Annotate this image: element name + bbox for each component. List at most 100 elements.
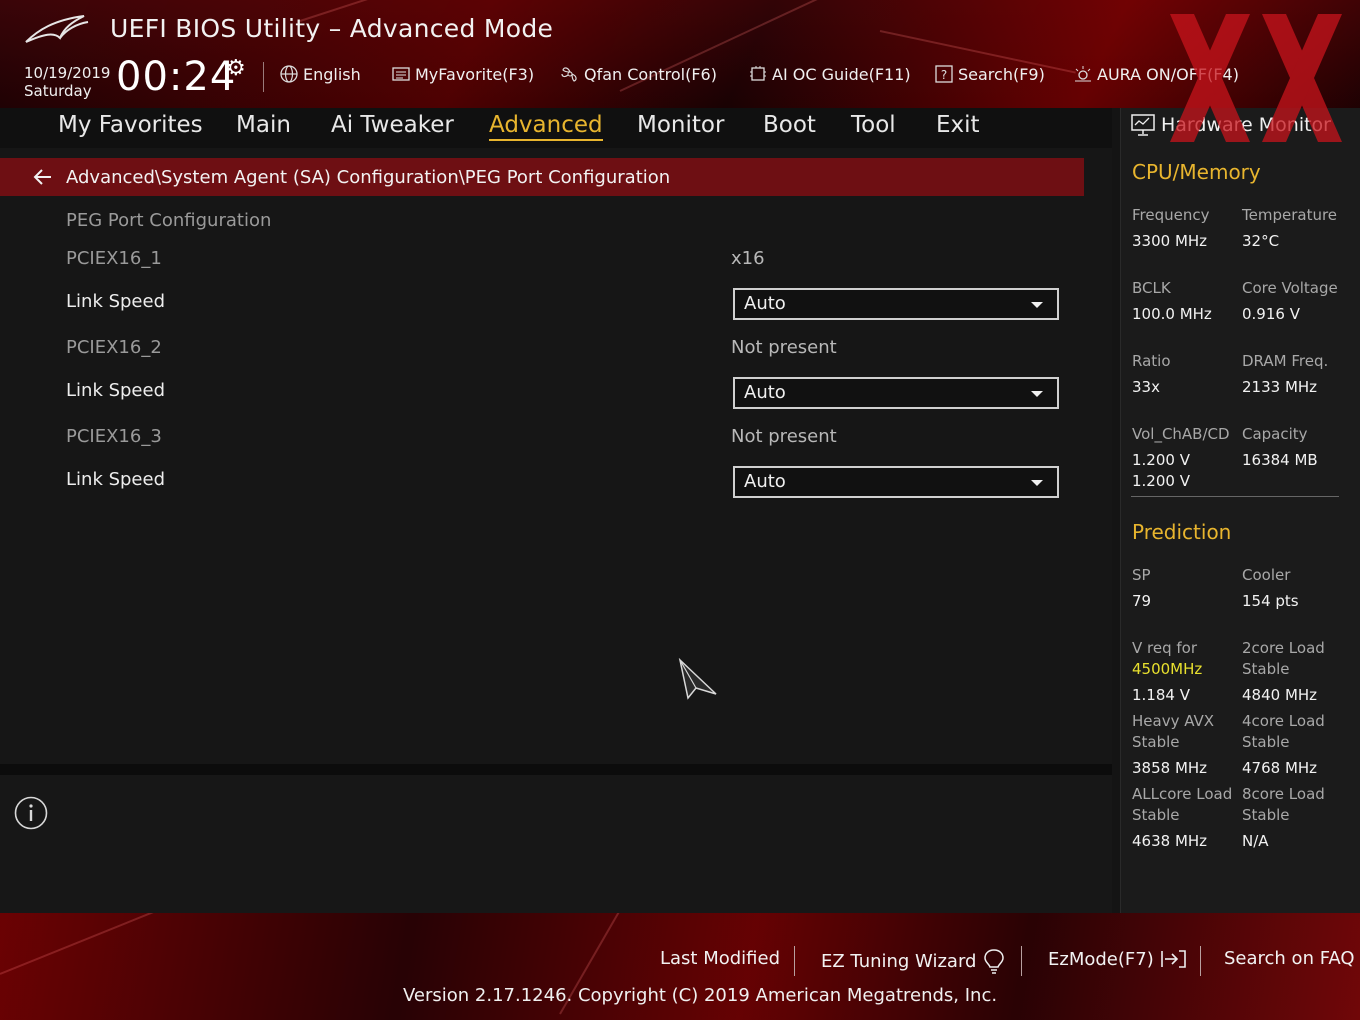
link-speed-2-value: Auto [744, 382, 786, 403]
tab-tool[interactable]: Tool [851, 112, 896, 138]
search-button[interactable]: ? Search(F9) [934, 64, 1045, 84]
tab-boot[interactable]: Boot [763, 112, 816, 138]
pciex16-3-value: Not present [731, 426, 837, 447]
vreq-frequency: 4500MHz [1132, 660, 1203, 678]
aura-label: AURA ON/OFF(F4) [1097, 64, 1239, 84]
app-title: UEFI BIOS Utility – Advanced Mode [110, 14, 554, 43]
time-display: 00:24 [116, 54, 237, 100]
core8-load-label: 8core Load [1242, 785, 1325, 803]
ez-tuning-wizard-button[interactable]: EZ Tuning Wizard [821, 948, 1006, 974]
cpu-memory-heading: CPU/Memory [1132, 160, 1261, 184]
help-info-panel [0, 775, 1112, 913]
ezmode-label: EzMode(F7) [1048, 948, 1154, 970]
footer-divider [1021, 946, 1022, 976]
sp-value: 79 [1132, 592, 1152, 610]
myfavorite-button[interactable]: MyFavorite(F3) [391, 64, 534, 84]
qfan-control-button[interactable]: Qfan Control(F6) [560, 64, 717, 84]
mouse-pointer-icon [678, 658, 717, 700]
tab-ai-tweaker[interactable]: Ai Tweaker [331, 112, 454, 138]
qfan-label: Qfan Control(F6) [584, 64, 717, 84]
vol-chab-value: 1.200 V [1132, 451, 1190, 469]
info-divider [0, 764, 1112, 775]
footer-bar: Last Modified EZ Tuning Wizard EzMode(F7… [0, 913, 1360, 1020]
last-modified-button[interactable]: Last Modified [660, 948, 780, 969]
frequency-value: 3300 MHz [1132, 232, 1208, 250]
exit-mode-icon [1160, 950, 1186, 968]
ratio-value: 33x [1132, 378, 1160, 396]
core-voltage-value: 0.916 V [1242, 305, 1300, 323]
date-display: 10/19/2019 [24, 64, 111, 82]
help-box-icon: ? [935, 65, 953, 83]
version-text: Version 2.17.1246. Copyright (C) 2019 Am… [403, 985, 998, 1006]
vol-chab-cd-label: Vol_ChAB/CD [1132, 425, 1230, 443]
settings-panel: Advanced\System Agent (SA) Configuration… [0, 148, 1112, 764]
pciex16-1-value: x16 [731, 248, 765, 269]
heavy-avx-label: Heavy AVX [1132, 712, 1215, 730]
hardware-monitor-label: Hardware Monitor [1161, 114, 1331, 136]
ez-tuning-label: EZ Tuning Wizard [821, 950, 977, 972]
breadcrumb-path: Advanced\System Agent (SA) Configuration… [66, 166, 671, 188]
link-speed-3-value: Auto [744, 471, 786, 492]
aura-toggle-button[interactable]: AURA ON/OFF(F4) [1073, 64, 1239, 84]
core4-stable-label: Stable [1242, 733, 1290, 751]
bclk-value: 100.0 MHz [1132, 305, 1212, 323]
info-icon [14, 796, 48, 830]
search-label: Search(F9) [958, 64, 1045, 84]
tab-my-favorites[interactable]: My Favorites [58, 112, 203, 138]
ai-oc-guide-button[interactable]: AI OC Guide(F11) [748, 64, 911, 84]
sp-label: SP [1132, 566, 1151, 584]
core4-value: 4768 MHz [1242, 759, 1318, 777]
core8-value: N/A [1242, 832, 1269, 850]
allcore-value: 4638 MHz [1132, 832, 1208, 850]
hw-section-divider [1131, 496, 1339, 497]
gear-icon[interactable]: ⚙ [226, 56, 246, 81]
temperature-label: Temperature [1242, 206, 1338, 224]
link-speed-2-dropdown[interactable]: Auto [733, 377, 1059, 409]
tab-exit[interactable]: Exit [936, 112, 980, 138]
language-label: English [303, 64, 361, 84]
back-arrow-icon[interactable] [32, 166, 54, 188]
aura-light-icon [1075, 66, 1091, 82]
ezmode-button[interactable]: EzMode(F7) [1048, 948, 1188, 970]
core4-load-label: 4core Load [1242, 712, 1325, 730]
prediction-heading: Prediction [1132, 520, 1232, 544]
chevron-down-icon [1031, 391, 1043, 397]
language-button[interactable]: English [279, 64, 361, 84]
pciex16-2-label: PCIEX16_2 [66, 337, 162, 358]
header-bar: UEFI BIOS Utility – Advanced Mode 10/19/… [0, 0, 1360, 108]
globe-icon [280, 65, 298, 83]
footer-decor [0, 913, 242, 975]
link-speed-2-label: Link Speed [66, 380, 166, 401]
link-speed-3-label: Link Speed [66, 469, 166, 490]
svg-text:?: ? [941, 68, 947, 82]
pciex16-2-value: Not present [731, 337, 837, 358]
search-faq-label: Search on FAQ [1224, 948, 1355, 969]
breadcrumb: Advanced\System Agent (SA) Configuration… [0, 158, 1084, 196]
pciex16-1-label: PCIEX16_1 [66, 248, 162, 269]
link-speed-1-dropdown[interactable]: Auto [733, 288, 1059, 320]
main-tab-bar: My Favorites Main Ai Tweaker Advanced Mo… [0, 108, 1112, 149]
temperature-value: 32°C [1242, 232, 1280, 250]
allcore-stable-label: Stable [1132, 806, 1180, 824]
link-speed-3-dropdown[interactable]: Auto [733, 466, 1059, 498]
heavy-avx-value: 3858 MHz [1132, 759, 1208, 777]
ai-chip-icon [750, 66, 766, 81]
myfavorite-label: MyFavorite(F3) [415, 64, 535, 84]
bclk-label: BCLK [1132, 279, 1171, 297]
dram-freq-label: DRAM Freq. [1242, 352, 1329, 370]
tab-main[interactable]: Main [236, 112, 291, 138]
ratio-label: Ratio [1132, 352, 1171, 370]
capacity-value: 16384 MB [1242, 451, 1318, 469]
tab-monitor[interactable]: Monitor [637, 112, 724, 138]
pciex16-3-label: PCIEX16_3 [66, 426, 162, 447]
footer-divider [794, 946, 795, 976]
tab-advanced[interactable]: Advanced [489, 112, 603, 141]
rog-logo-icon [25, 15, 89, 43]
monitor-screen-icon [1131, 114, 1155, 136]
search-on-faq-button[interactable]: Search on FAQ [1224, 948, 1355, 969]
cooler-label: Cooler [1242, 566, 1291, 584]
core-voltage-label: Core Voltage [1242, 279, 1338, 297]
fan-icon [561, 67, 577, 82]
heavy-avx-stable-label: Stable [1132, 733, 1180, 751]
core2-load-label: 2core Load [1242, 639, 1325, 657]
